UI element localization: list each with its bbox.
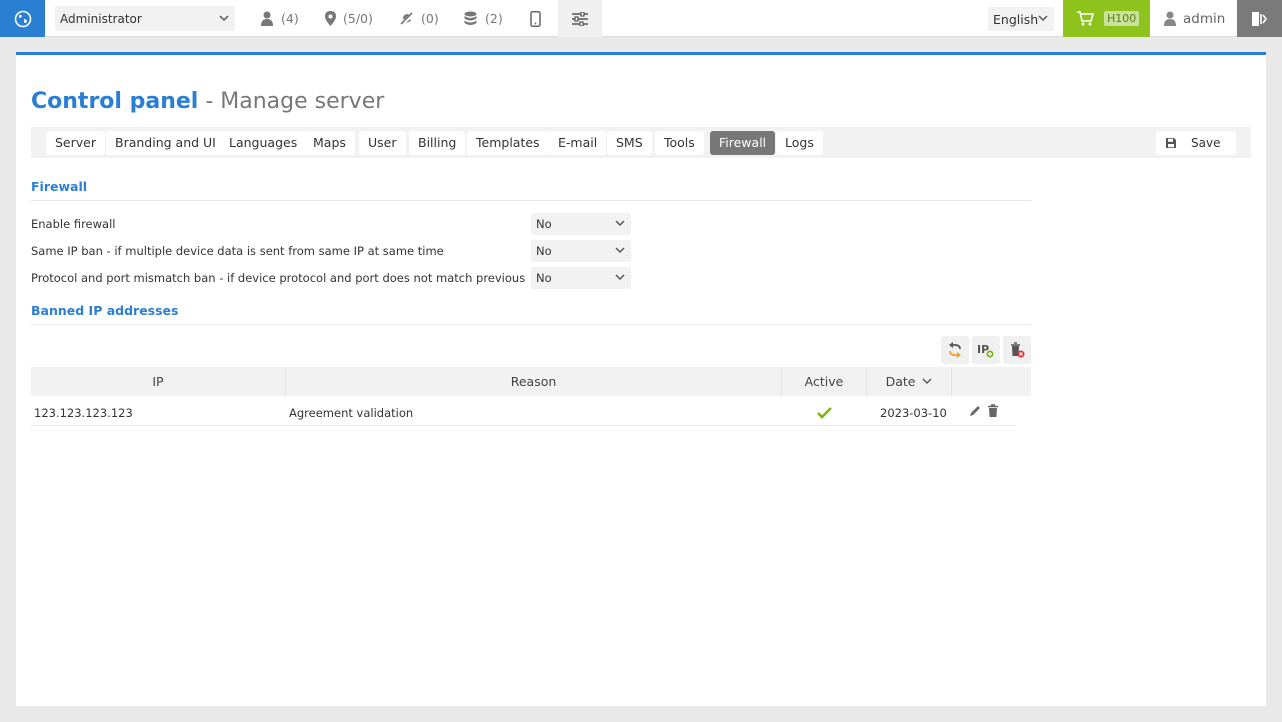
save-button[interactable]: Save — [1156, 131, 1236, 155]
tab-sms[interactable]: SMS — [607, 131, 652, 155]
enable-firewall-select[interactable]: No — [531, 213, 631, 235]
delete-all-button[interactable] — [1003, 336, 1031, 364]
sliders-icon — [572, 11, 588, 26]
delete-button[interactable] — [987, 404, 999, 424]
control-panel: Control panel - Manage server Server Bra… — [16, 52, 1266, 706]
column-header-ip[interactable]: IP — [31, 367, 286, 396]
page-title-main: Control panel — [31, 89, 199, 114]
enable-firewall-label: Enable firewall — [31, 217, 116, 231]
user-icon — [261, 11, 273, 26]
protocol-port-ban-select[interactable]: No — [531, 267, 631, 289]
tab-maps[interactable]: Maps — [304, 131, 355, 155]
settings-button[interactable] — [558, 0, 602, 37]
language-select-value: English — [993, 12, 1039, 27]
database-icon — [464, 11, 477, 25]
chevron-down-icon — [1037, 7, 1049, 40]
banned-ip-section-title: Banned IP addresses — [31, 303, 179, 318]
no-gps-icon — [400, 12, 413, 25]
sort-down-icon — [922, 378, 932, 384]
mobile-phone-icon — [530, 10, 541, 27]
trash-delete-icon — [1011, 342, 1025, 358]
column-header-date[interactable]: Date — [867, 367, 952, 396]
role-select-value: Administrator — [60, 12, 142, 26]
tab-user[interactable]: User — [359, 131, 406, 155]
role-select[interactable]: Administrator — [55, 6, 235, 31]
same-ip-ban-select[interactable]: No — [531, 240, 631, 262]
divider — [31, 200, 1031, 201]
page-subtitle: - Manage server — [205, 89, 385, 114]
tab-languages[interactable]: Languages — [220, 131, 307, 155]
protocol-port-ban-label: Protocol and port mismatch ban - if devi… — [31, 271, 526, 285]
cart-icon — [1077, 11, 1094, 26]
cell-ip: 123.123.123.123 — [34, 406, 133, 420]
logout-button[interactable] — [1237, 0, 1282, 37]
cart-button[interactable]: H100 — [1063, 0, 1150, 37]
stack-count: (2) — [485, 11, 503, 26]
column-header-active[interactable]: Active — [782, 367, 867, 396]
enable-firewall-value: No — [536, 217, 552, 231]
username: admin — [1183, 10, 1226, 27]
cart-badge: H100 — [1104, 11, 1140, 26]
mobile-button[interactable] — [530, 0, 548, 37]
tab-tools[interactable]: Tools — [655, 131, 704, 155]
column-header-reason[interactable]: Reason — [286, 367, 782, 396]
tab-billing[interactable]: Billing — [409, 131, 466, 155]
row-divider — [31, 425, 1016, 426]
chevron-down-icon — [614, 240, 626, 269]
same-ip-ban-label: Same IP ban - if multiple device data is… — [31, 244, 444, 258]
firewall-section-title: Firewall — [31, 179, 88, 194]
reload-icon — [949, 342, 961, 358]
protocol-port-ban-value: No — [536, 271, 552, 285]
column-header-actions — [952, 367, 1031, 396]
tab-bar: Server Branding and UI Languages Maps Us… — [31, 127, 1251, 158]
objects-count: (5/0) — [343, 11, 373, 26]
logout-icon — [1252, 11, 1267, 26]
chevron-down-icon — [614, 267, 626, 296]
cell-date: 2023-03-10 — [880, 406, 947, 420]
cell-active — [817, 403, 832, 423]
add-ip-icon: IP — [977, 343, 994, 358]
tab-email[interactable]: E-mail — [549, 131, 607, 155]
objects-button[interactable]: (5/0) — [325, 0, 373, 37]
offline-count: (0) — [421, 11, 439, 26]
reload-button[interactable] — [941, 336, 969, 364]
tab-server[interactable]: Server — [46, 131, 105, 155]
globe-button[interactable] — [0, 0, 45, 37]
language-select[interactable]: English — [988, 7, 1054, 31]
users-button[interactable]: (4) — [260, 0, 299, 37]
tab-logs[interactable]: Logs — [776, 131, 823, 155]
page-title: Control panel - Manage server — [31, 89, 384, 114]
floppy-disk-icon — [1166, 138, 1176, 148]
chevron-down-icon — [614, 213, 626, 242]
chevron-down-icon — [218, 6, 230, 41]
user-icon — [1164, 11, 1176, 26]
users-count: (4) — [281, 11, 299, 26]
check-icon — [817, 407, 832, 419]
globe-icon — [14, 10, 31, 27]
user-menu[interactable]: admin — [1163, 0, 1225, 37]
edit-button[interactable] — [968, 404, 982, 424]
tab-firewall[interactable]: Firewall — [710, 131, 776, 155]
map-marker-icon — [325, 11, 336, 26]
divider — [31, 324, 1031, 325]
tab-templates[interactable]: Templates — [467, 131, 549, 155]
save-label: Save — [1191, 136, 1221, 150]
cell-reason: Agreement validation — [289, 406, 414, 420]
top-bar: Administrator (4) (5/0) (0) (2) English … — [0, 0, 1282, 37]
same-ip-ban-value: No — [536, 244, 552, 258]
tab-branding-and-ui[interactable]: Branding and UI — [106, 131, 225, 155]
stack-button[interactable]: (2) — [463, 0, 503, 37]
add-ip-button[interactable]: IP — [972, 336, 1000, 364]
pencil-icon — [970, 406, 980, 416]
column-header-date-label: Date — [885, 374, 916, 389]
trash-icon — [988, 404, 998, 417]
offline-button[interactable]: (0) — [399, 0, 439, 37]
